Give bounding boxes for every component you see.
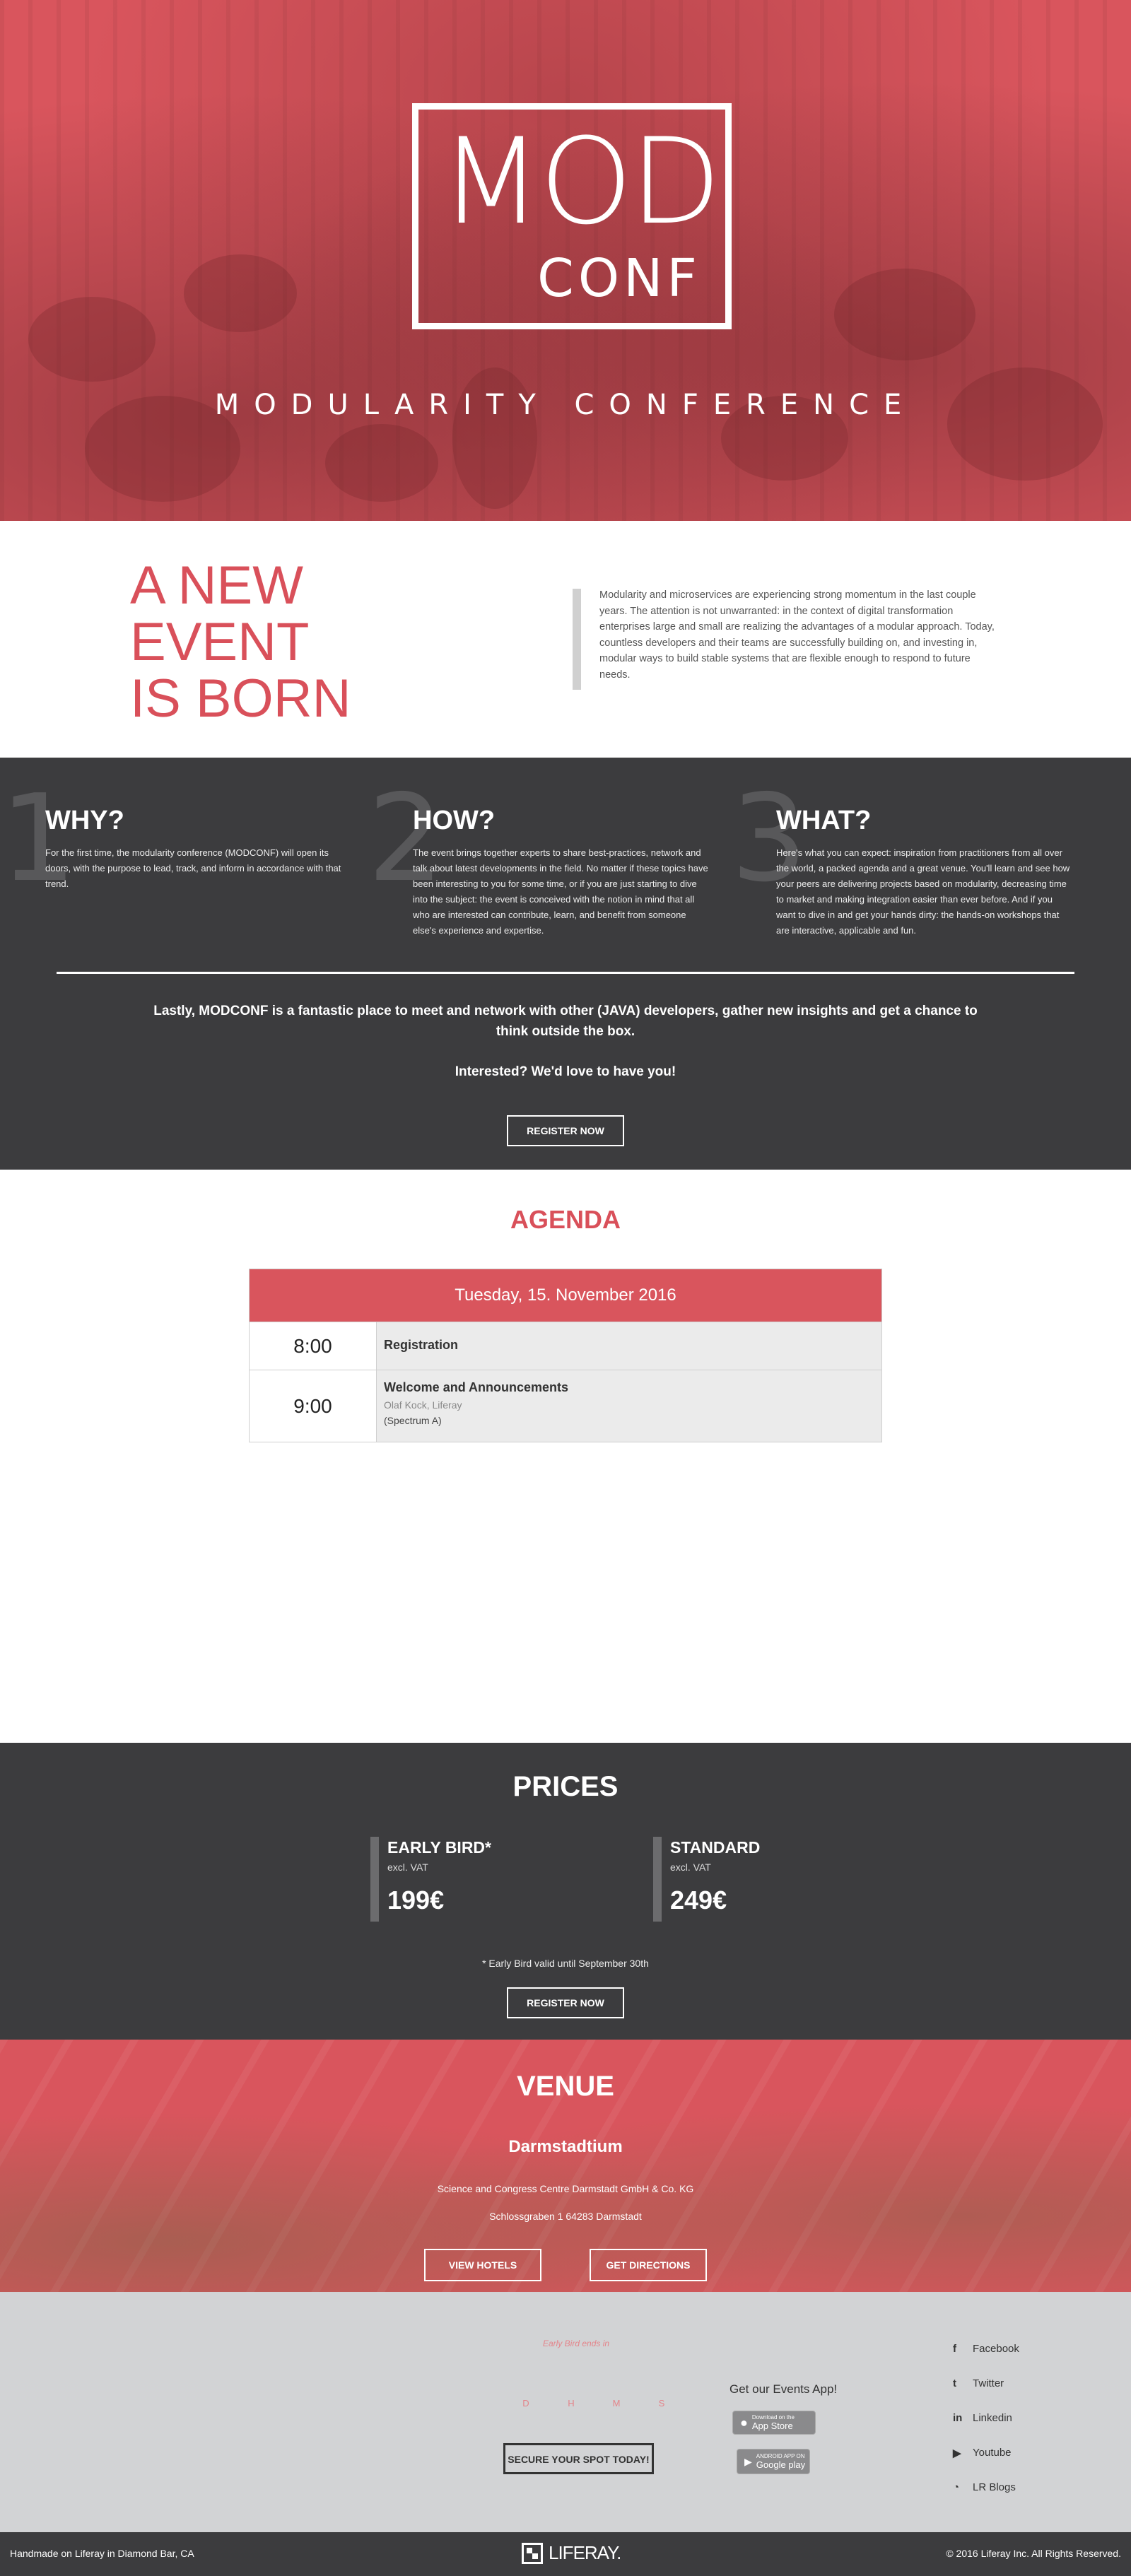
countdown-hours: H bbox=[568, 2398, 575, 2409]
intro-quote-bar bbox=[573, 589, 581, 690]
rss-icon: ◔ bbox=[953, 2481, 960, 2493]
price-vat: excl. VAT bbox=[387, 1862, 428, 1873]
google-play-label: Google play bbox=[756, 2459, 806, 2470]
countdown-days: D bbox=[522, 2398, 529, 2409]
social-link-twitter[interactable]: t Twitter bbox=[953, 2366, 1019, 2401]
social-label: Twitter bbox=[973, 2377, 1004, 2389]
column-text: The event brings together experts to sha… bbox=[413, 847, 708, 936]
agenda-table: Tuesday, 15. November 2016 8:00 Registra… bbox=[249, 1269, 882, 1442]
youtube-icon: ▶ bbox=[953, 2447, 961, 2459]
agenda-session-title: Registration bbox=[384, 1338, 459, 1352]
countdown-seconds: S bbox=[658, 2398, 665, 2409]
early-bird-note: * Early Bird valid until September 30th bbox=[482, 1958, 649, 1969]
agenda-row: 8:00 Registration bbox=[250, 1322, 881, 1370]
copyright-text: © 2016 Liferay Inc. All Rights Reserved. bbox=[946, 2548, 1121, 2559]
footer-info-section: Early Bird ends in D H M S SECURE YOUR S… bbox=[0, 2292, 1131, 2532]
social-label: Youtube bbox=[973, 2447, 1012, 2459]
logo-conf-text: CONF bbox=[537, 248, 701, 309]
logo-mod-text: MOD bbox=[440, 112, 722, 251]
liferay-logo-text: LIFERAY. bbox=[549, 2542, 621, 2563]
modconf-logo: MOD CONF bbox=[412, 103, 732, 329]
countdown-minutes: M bbox=[612, 2398, 621, 2409]
venue-section: VENUE Darmstadtium Science and Congress … bbox=[0, 2040, 1131, 2292]
price-card-bar bbox=[653, 1837, 662, 1922]
column-text: Here's what you can expect: inspiration … bbox=[776, 847, 1070, 936]
get-directions-button[interactable]: GET DIRECTIONS bbox=[590, 2249, 707, 2281]
social-link-blogs[interactable]: ◔ LR Blogs bbox=[953, 2470, 1019, 2505]
column-title: WHY? bbox=[45, 806, 124, 835]
social-link-youtube[interactable]: ▶ Youtube bbox=[953, 2435, 1019, 2470]
google-play-badge[interactable]: ▶ ANDROID APP ON Google play bbox=[737, 2449, 810, 2474]
facebook-icon: f bbox=[953, 2343, 956, 2355]
secure-your-spot-button[interactable]: SECURE YOUR SPOT TODAY! bbox=[503, 2443, 654, 2474]
intro-title-line: EVENT bbox=[130, 612, 310, 672]
google-play-small-text: ANDROID APP ON bbox=[756, 2452, 805, 2459]
handmade-text: Handmade on Liferay in Diamond Bar, CA bbox=[10, 2548, 194, 2559]
intro-title: A NEW EVENT IS BORN bbox=[130, 558, 351, 727]
interested-text: Interested? We'd love to have you! bbox=[455, 1064, 676, 1079]
venue-title: VENUE bbox=[517, 2071, 614, 2102]
column-title: WHAT? bbox=[776, 806, 872, 835]
price-amount: 199€ bbox=[387, 1886, 445, 1915]
lastly-text: Lastly, MODCONF is a fantastic place to … bbox=[153, 1004, 978, 1039]
agenda-session-title: Welcome and Announcements bbox=[384, 1380, 569, 1394]
social-link-facebook[interactable]: f Facebook bbox=[953, 2331, 1019, 2366]
price-card-bar bbox=[370, 1837, 379, 1922]
countdown-timer: D H M S bbox=[503, 2398, 684, 2409]
price-card-standard: STANDARD excl. VAT 249€ bbox=[653, 1837, 760, 1922]
prices-title: PRICES bbox=[512, 1771, 619, 1802]
social-label: Linkedin bbox=[973, 2412, 1012, 2424]
prices-section: PRICES EARLY BIRD* excl. VAT 199€ STANDA… bbox=[0, 1743, 1131, 2040]
agenda-row: 9:00 Welcome and Announcements Olaf Kock… bbox=[250, 1370, 881, 1442]
linkedin-icon: in bbox=[953, 2412, 963, 2424]
column-text: For the first time, the modularity confe… bbox=[45, 847, 341, 889]
intro-text: Modularity and microservices are experie… bbox=[599, 589, 995, 681]
events-app-label: Get our Events App! bbox=[729, 2382, 838, 2396]
section-divider bbox=[57, 972, 1074, 974]
app-store-badge[interactable]: ● Download on the App Store bbox=[732, 2411, 816, 2435]
venue-company: Science and Congress Centre Darmstadt Gm… bbox=[437, 2183, 694, 2194]
hero-subtitle: MODULARITY CONFERENCE bbox=[214, 389, 917, 421]
early-bird-countdown-label: Early Bird ends in bbox=[543, 2339, 610, 2348]
agenda-title: AGENDA bbox=[510, 1205, 621, 1234]
intro-title-line: IS BORN bbox=[130, 669, 351, 729]
app-store-small-text: Download on the bbox=[751, 2413, 795, 2421]
agenda-description: Welcome and Announcements Olaf Kock, Lif… bbox=[377, 1370, 881, 1442]
intro-section: A NEW EVENT IS BORN Modularity and micro… bbox=[0, 521, 1131, 758]
google-play-text: ANDROID APP ON Google play bbox=[756, 2452, 806, 2470]
agenda-description: Registration bbox=[377, 1322, 881, 1370]
app-store-text: Download on the App Store bbox=[751, 2413, 795, 2431]
hero-section: MOD CONF MODULARITY CONFERENCE bbox=[0, 0, 1131, 521]
price-card-early-bird: EARLY BIRD* excl. VAT 199€ bbox=[370, 1837, 491, 1922]
column-title: HOW? bbox=[413, 806, 496, 835]
twitter-icon: t bbox=[953, 2377, 956, 2389]
agenda-time: 9:00 bbox=[250, 1370, 377, 1442]
price-vat: excl. VAT bbox=[670, 1862, 711, 1873]
view-hotels-button[interactable]: VIEW HOTELS bbox=[424, 2249, 541, 2281]
apple-icon: ● bbox=[740, 2415, 748, 2430]
social-label: Facebook bbox=[973, 2343, 1019, 2355]
social-links: f Facebook t Twitter in Linkedin ▶ Youtu… bbox=[953, 2331, 1019, 2505]
google-play-icon: ▶ bbox=[744, 2455, 752, 2467]
register-now-button[interactable]: REGISTER NOW bbox=[507, 1987, 624, 2018]
agenda-section: AGENDA Tuesday, 15. November 2016 8:00 R… bbox=[0, 1170, 1131, 1743]
register-now-button[interactable]: REGISTER NOW bbox=[507, 1115, 624, 1146]
agenda-time: 8:00 bbox=[250, 1322, 377, 1370]
agenda-speaker: Olaf Kock, Liferay bbox=[384, 1399, 462, 1411]
price-name: EARLY BIRD* bbox=[387, 1838, 491, 1857]
page-footer: Handmade on Liferay in Diamond Bar, CA L… bbox=[0, 2532, 1131, 2576]
about-section: 1 WHY? For the first time, the modularit… bbox=[0, 758, 1131, 1170]
social-link-linkedin[interactable]: in Linkedin bbox=[953, 2401, 1019, 2435]
intro-title-line: A NEW bbox=[130, 555, 303, 616]
app-store-label: App Store bbox=[751, 2420, 793, 2431]
agenda-day-header: Tuesday, 15. November 2016 bbox=[250, 1269, 881, 1322]
social-label: LR Blogs bbox=[973, 2481, 1016, 2493]
venue-address: Schlossgraben 1 64283 Darmstadt bbox=[489, 2211, 642, 2222]
price-name: STANDARD bbox=[670, 1838, 761, 1857]
agenda-room: (Spectrum A) bbox=[384, 1415, 442, 1426]
liferay-logo-icon bbox=[522, 2542, 543, 2564]
venue-name: Darmstadtium bbox=[508, 2137, 623, 2156]
liferay-logo[interactable]: LIFERAY. bbox=[522, 2542, 621, 2564]
price-amount: 249€ bbox=[670, 1886, 727, 1915]
